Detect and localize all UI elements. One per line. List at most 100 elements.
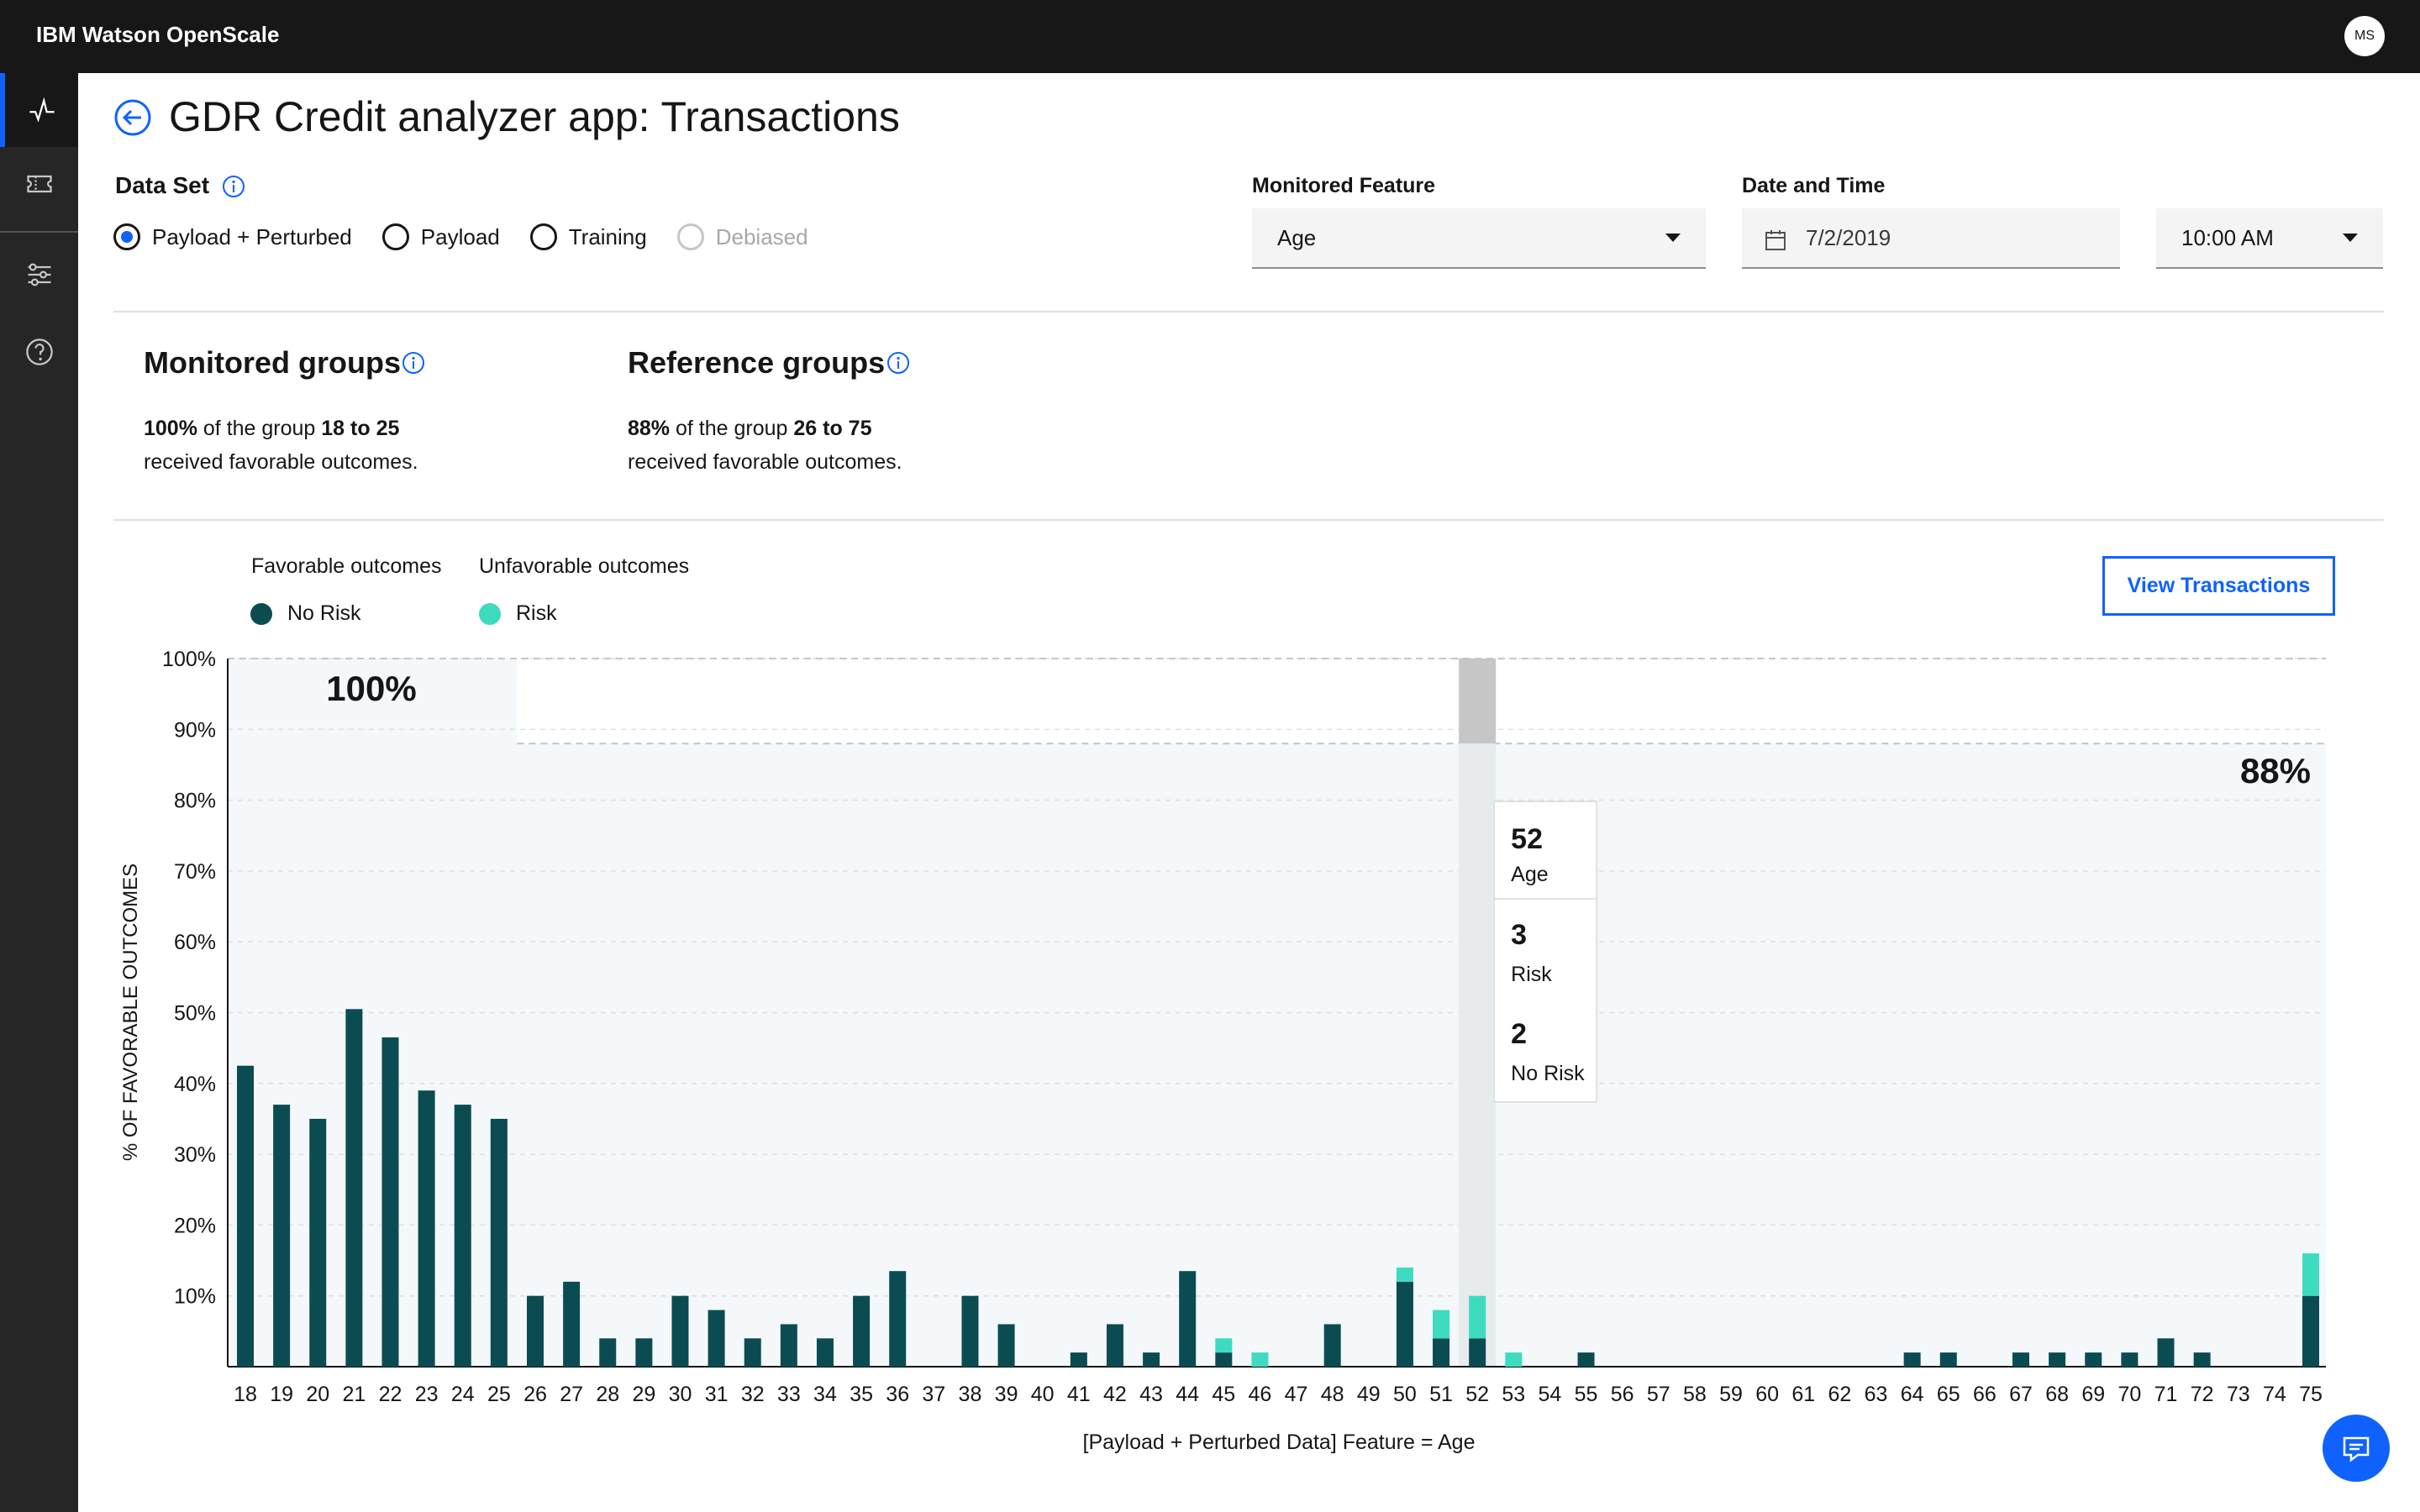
bar-no-risk [1396,1281,1413,1367]
x-tick-label: 19 [270,1383,293,1406]
x-tick-label: 59 [1719,1383,1743,1406]
x-tick-label: 68 [2045,1383,2069,1406]
bar-no-risk [1433,1338,1450,1367]
x-tick-label: 66 [1973,1383,1996,1406]
chat-button[interactable] [2323,1415,2390,1482]
x-tick-label: 56 [1611,1383,1634,1406]
bar-risk [1505,1352,1523,1367]
y-tick-label: 90% [174,718,216,742]
x-tick-label: 47 [1285,1383,1308,1406]
monitored-pct-label: 100% [326,669,416,708]
x-tick-label: 41 [1067,1383,1091,1406]
y-tick-label: 70% [174,860,216,884]
bar-no-risk [563,1281,581,1367]
bar-no-risk [418,1090,435,1367]
x-tick-label: 49 [1357,1383,1381,1406]
x-tick-label: 60 [1755,1383,1779,1406]
x-tick-label: 53 [1502,1383,1525,1406]
highlight-column-top [1459,659,1497,744]
tooltip-age-label: Age [1511,863,1548,886]
x-tick-label: 20 [306,1383,329,1406]
x-tick-label: 69 [2081,1383,2105,1406]
bar-no-risk [1577,1352,1595,1367]
x-tick-label: 51 [1429,1383,1453,1406]
bar-no-risk [816,1338,834,1367]
bar-no-risk [1323,1324,1341,1367]
y-tick-label: 60% [174,931,216,954]
bar-no-risk [780,1324,797,1367]
bar-no-risk [1903,1352,1921,1367]
x-tick-label: 73 [2227,1383,2250,1406]
bar-no-risk [961,1295,979,1367]
bar-no-risk [1106,1324,1123,1367]
bar-no-risk [454,1105,471,1367]
reference-pct-label: 88% [2240,751,2311,790]
bar-no-risk [2302,1295,2319,1367]
x-tick-label: 34 [813,1383,837,1406]
bar-no-risk [273,1105,291,1367]
x-tick-label: 58 [1683,1383,1707,1406]
bar-no-risk [381,1037,399,1367]
x-tick-label: 61 [1791,1383,1815,1406]
y-tick-label: 50% [174,1002,216,1026]
bar-no-risk [889,1271,907,1367]
bar-no-risk [635,1338,653,1367]
y-tick-label: 20% [174,1214,216,1237]
x-tick-label: 23 [415,1383,439,1406]
x-tick-label: 31 [705,1383,729,1406]
x-tick-label: 44 [1176,1383,1199,1406]
x-tick-label: 32 [741,1383,765,1406]
x-tick-label: 75 [2299,1383,2323,1406]
x-tick-label: 24 [451,1383,475,1406]
x-tick-label: 63 [1865,1383,1888,1406]
x-axis-title: [Payload + Perturbed Data] Feature = Age [1083,1431,1476,1454]
y-tick-label: 100% [162,648,216,671]
bar-no-risk [490,1118,508,1367]
bar-risk [2302,1253,2319,1296]
bar-no-risk [1939,1352,1957,1367]
x-tick-label: 37 [922,1383,945,1406]
x-tick-label: 38 [959,1383,982,1406]
x-tick-label: 62 [1828,1383,1851,1406]
bar-no-risk [2049,1352,2066,1367]
x-tick-label: 43 [1139,1383,1163,1406]
tooltip-box [1493,801,1598,1103]
x-tick-label: 36 [886,1383,909,1406]
bar-no-risk [237,1065,254,1367]
chat-icon [2343,1436,2370,1462]
x-tick-label: 72 [2191,1383,2214,1406]
y-tick-label: 30% [174,1143,216,1167]
bar-risk [1251,1352,1269,1367]
bar-risk [1396,1267,1413,1282]
tooltip-risk-value: 3 [1511,919,1527,951]
bar-risk [1433,1310,1450,1339]
x-tick-label: 22 [379,1383,402,1406]
x-tick-label: 40 [1031,1383,1055,1406]
x-tick-label: 29 [632,1383,655,1406]
x-tick-label: 26 [523,1383,547,1406]
bar-no-risk [997,1324,1015,1367]
bar-no-risk [1215,1352,1233,1367]
highlight-column [1459,743,1497,1367]
tooltip-risk-label: Risk [1511,963,1552,986]
bar-no-risk [526,1295,544,1367]
bar-risk [1469,1295,1486,1339]
y-axis-title: % OF FAVORABLE OUTCOMES [119,864,142,1161]
bar-no-risk [309,1118,327,1367]
bar-no-risk [2157,1338,2175,1367]
tooltip-age-value: 52 [1511,823,1543,855]
bar-no-risk [345,1009,363,1367]
x-tick-label: 65 [1937,1383,1960,1406]
x-tick-label: 70 [2118,1383,2141,1406]
reference-band [517,743,2326,1367]
tooltip-no-risk-label: No Risk [1511,1062,1585,1085]
bar-no-risk [1179,1271,1197,1367]
x-tick-label: 54 [1539,1383,1562,1406]
x-tick-label: 74 [2263,1383,2286,1406]
x-tick-label: 67 [2009,1383,2033,1406]
bar-no-risk [2012,1352,2030,1367]
bar-no-risk [2085,1352,2102,1367]
tooltip-no-risk-value: 2 [1511,1018,1527,1050]
x-tick-label: 25 [487,1383,511,1406]
x-tick-label: 33 [777,1383,801,1406]
